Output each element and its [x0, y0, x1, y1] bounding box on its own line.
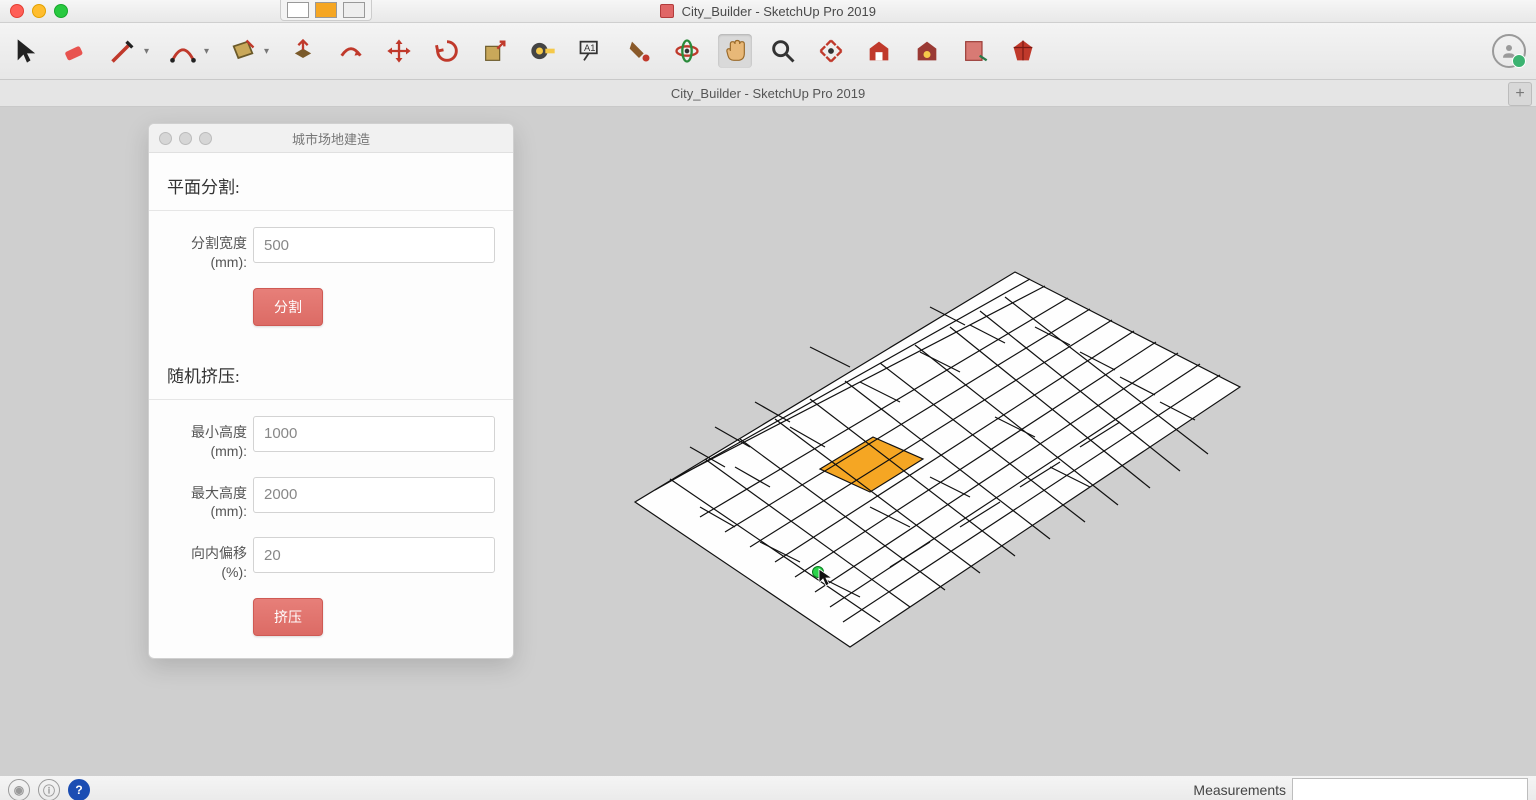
svg-text:A1: A1 — [584, 43, 595, 53]
measurements-input[interactable] — [1292, 778, 1528, 800]
mac-titlebar: City_Builder - SketchUp Pro 2019 — [0, 0, 1536, 23]
style-wireframe-icon[interactable] — [287, 2, 309, 18]
warehouse-tool-icon[interactable] — [862, 34, 896, 68]
max-height-input[interactable] — [253, 477, 495, 513]
inset-input[interactable] — [253, 537, 495, 573]
section-heading-extrude: 随机挤压: — [167, 362, 495, 387]
zoom-tool-icon[interactable] — [766, 34, 800, 68]
select-tool-icon[interactable] — [10, 34, 44, 68]
ruby-console-icon[interactable] — [1006, 34, 1040, 68]
window-title-text: City_Builder - SketchUp Pro 2019 — [682, 4, 876, 19]
credits-icon[interactable]: ⓘ — [38, 779, 60, 800]
style-toolbar-fragment[interactable] — [280, 0, 372, 21]
minimize-icon[interactable] — [32, 4, 46, 18]
divider — [149, 210, 513, 211]
extrude-button[interactable]: 挤压 — [253, 598, 323, 636]
inset-label: 向内偏移 (%): — [167, 537, 247, 582]
eraser-tool-icon[interactable] — [58, 34, 92, 68]
text-tool-icon[interactable]: A1 — [574, 34, 608, 68]
divider — [149, 399, 513, 400]
document-icon — [660, 4, 674, 18]
document-tab-title[interactable]: City_Builder - SketchUp Pro 2019 — [671, 86, 865, 101]
rectangle-tool-icon[interactable] — [226, 34, 260, 68]
measurements-label: Measurements — [1193, 782, 1286, 798]
document-tab-bar: City_Builder - SketchUp Pro 2019 + — [0, 80, 1536, 107]
section-heading-split: 平面分割: — [167, 173, 495, 198]
model-viewport[interactable]: 城市场地建造 平面分割: 分割宽度 (mm): 分割 随机挤压: 最小高度 (m… — [0, 107, 1536, 775]
layout-tool-icon[interactable] — [958, 34, 992, 68]
arc-tool-icon[interactable] — [166, 34, 200, 68]
dialog-titlebar[interactable]: 城市场地建造 — [149, 124, 513, 153]
statusbar: ◉ ⓘ ? Measurements — [0, 775, 1536, 800]
add-tab-button[interactable]: + — [1508, 82, 1532, 106]
style-shaded-icon[interactable] — [315, 2, 337, 18]
offset-tool-icon[interactable] — [334, 34, 368, 68]
max-height-label: 最大高度 (mm): — [167, 477, 247, 522]
chevron-down-icon[interactable]: ▾ — [264, 46, 272, 57]
chevron-down-icon[interactable]: ▾ — [204, 46, 212, 57]
split-width-label: 分割宽度 (mm): — [167, 227, 247, 272]
geo-location-icon[interactable]: ◉ — [8, 779, 30, 800]
user-account-icon[interactable] — [1492, 34, 1526, 68]
window-title: City_Builder - SketchUp Pro 2019 — [0, 4, 1536, 19]
main-toolbar: ▾ ▾ ▾ A1 — [0, 23, 1536, 80]
zoom-extents-tool-icon[interactable] — [814, 34, 848, 68]
scale-tool-icon[interactable] — [478, 34, 512, 68]
close-icon[interactable] — [10, 4, 24, 18]
chevron-down-icon[interactable]: ▾ — [144, 46, 152, 57]
min-height-label: 最小高度 (mm): — [167, 416, 247, 461]
orbit-tool-icon[interactable] — [670, 34, 704, 68]
paint-tool-icon[interactable] — [622, 34, 656, 68]
model-grid — [560, 167, 1300, 707]
min-height-input[interactable] — [253, 416, 495, 452]
dialog-title: 城市场地建造 — [149, 129, 513, 148]
pushpull-tool-icon[interactable] — [286, 34, 320, 68]
city-builder-dialog: 城市场地建造 平面分割: 分割宽度 (mm): 分割 随机挤压: 最小高度 (m… — [148, 123, 514, 659]
rotate-tool-icon[interactable] — [430, 34, 464, 68]
move-tool-icon[interactable] — [382, 34, 416, 68]
extension-warehouse-icon[interactable] — [910, 34, 944, 68]
split-button[interactable]: 分割 — [253, 288, 323, 326]
tape-tool-icon[interactable] — [526, 34, 560, 68]
split-width-input[interactable] — [253, 227, 495, 263]
help-icon[interactable]: ? — [68, 779, 90, 800]
pan-tool-icon[interactable] — [718, 34, 752, 68]
style-monochrome-icon[interactable] — [343, 2, 365, 18]
status-ok-icon — [1512, 54, 1526, 68]
zoom-icon[interactable] — [54, 4, 68, 18]
line-tool-icon[interactable] — [106, 34, 140, 68]
